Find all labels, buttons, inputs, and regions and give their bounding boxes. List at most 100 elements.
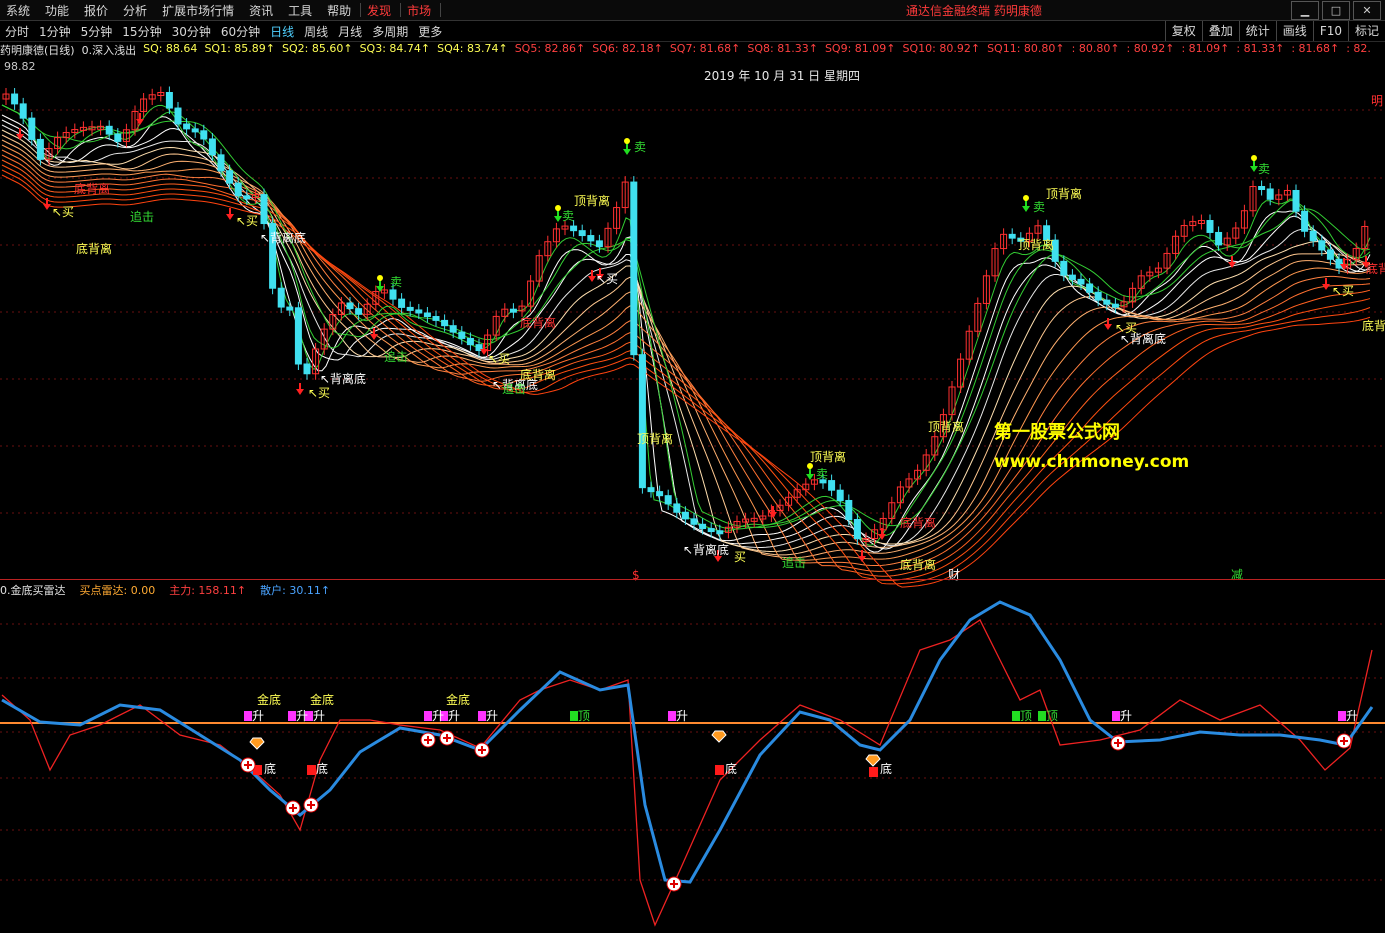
candle-body <box>406 306 414 311</box>
chart-annotation: 底 <box>264 762 277 776</box>
chart-annotation: 底背 <box>1362 319 1385 333</box>
panel-divider[interactable] <box>0 579 1385 580</box>
gem-icon <box>711 730 727 743</box>
chart-annotation: 顶背离 <box>1046 187 1083 201</box>
chart-annotation: ↖买 <box>236 214 259 228</box>
candle-body <box>1111 303 1119 308</box>
signal-square-icon <box>288 711 296 721</box>
chart-annotation: 底背离 <box>900 516 937 530</box>
chart-annotation: 减 <box>1231 568 1244 582</box>
main-force-value: 主力: 158.11↑ <box>169 584 247 597</box>
chart-annotation: 卖 <box>1033 200 1046 214</box>
signal-square-icon <box>478 711 486 721</box>
signal-square-icon <box>1012 711 1020 721</box>
chart-annotation: 升 <box>296 709 309 723</box>
chart-annotation: ↖买 <box>308 386 331 400</box>
chart-annotation: ↖背离底 <box>683 543 730 557</box>
signal-square-icon <box>1338 711 1346 721</box>
candle-body <box>208 138 216 156</box>
main-force-line <box>1 619 1373 927</box>
chart-annotation: 顶背离 <box>810 450 847 464</box>
candle-body <box>346 302 354 310</box>
bottom-square-icon <box>869 767 878 777</box>
candle-body <box>114 133 122 142</box>
candle-body <box>1318 240 1326 251</box>
chart-annotation: ↖买 <box>52 205 75 219</box>
ma-ribbon-line <box>1 174 1371 588</box>
sub-indicator-name[interactable]: 0.金底买雷达 <box>0 582 66 597</box>
chart-annotation: 升 <box>486 709 499 723</box>
candle-body <box>105 125 113 135</box>
candle-body <box>355 308 363 315</box>
signal-square-icon <box>1112 711 1120 721</box>
chart-annotation: 明 <box>1371 94 1384 108</box>
chart-annotation: 顶 <box>578 709 591 723</box>
candle-body <box>294 307 302 365</box>
candle-body <box>1301 210 1309 232</box>
chart-annotation: 顶背离 <box>1018 238 1055 252</box>
chart-annotation: 金底 <box>257 693 282 707</box>
candle-body <box>441 319 449 327</box>
trend-green-line <box>1 104 1371 546</box>
chart-annotation: 追击 <box>782 556 807 570</box>
signal-square-icon <box>244 711 252 721</box>
chart-annotation: ↖买 <box>488 352 511 366</box>
candle-body <box>165 92 173 109</box>
candle-body <box>174 107 182 125</box>
chart-annotation: 卖 <box>816 467 829 481</box>
chart-annotation: 升 <box>313 709 326 723</box>
sell-arrow-icon <box>806 468 814 480</box>
chart-annotation: 金底 <box>446 693 471 707</box>
signal-square-icon <box>570 711 578 721</box>
candle-body <box>303 363 311 375</box>
signal-square-icon <box>1038 711 1046 721</box>
chart-annotation: 顶背离 <box>928 420 965 434</box>
signal-square-icon <box>668 711 676 721</box>
chart-annotation: 金底 <box>310 693 335 707</box>
chart-annotation: 顶背离 <box>574 194 611 208</box>
chart-annotation: ↖背离底 <box>1120 332 1167 346</box>
chart-annotation: 底背离 <box>76 242 113 256</box>
candle-body <box>183 123 191 130</box>
chart-annotation: 底背离 <box>74 182 111 196</box>
ma-ribbon-line <box>1 149 1371 567</box>
buy-arrow-icon <box>1228 256 1236 268</box>
candle-body <box>286 306 294 311</box>
chart-annotation: 底 <box>880 762 893 776</box>
chart-annotation: 顶背离 <box>637 432 674 446</box>
chart-annotation: 底背 <box>1366 262 1385 276</box>
candle-body <box>11 93 19 105</box>
candle-body <box>630 181 638 356</box>
candle-body <box>587 235 595 242</box>
chart-annotation: ↖买 <box>596 272 619 286</box>
candle-body <box>1008 233 1016 239</box>
chart-annotation: 追击 <box>384 350 409 364</box>
candle-body <box>398 298 406 308</box>
chart-annotation: 底 <box>316 762 329 776</box>
candle-body <box>415 309 423 314</box>
chart-annotation: 追击 <box>502 382 527 396</box>
candle-body <box>1309 230 1317 242</box>
sell-arrow-icon <box>623 143 631 155</box>
buy-arrow-icon <box>1322 278 1330 290</box>
candle-body <box>1206 220 1214 233</box>
chart-annotation: ↖背离底 <box>260 231 307 245</box>
sell-arrow-icon <box>554 210 562 222</box>
candle-body <box>1068 274 1076 280</box>
sell-dot-icon <box>377 275 383 281</box>
candle-body <box>36 138 44 160</box>
buy-arrow-icon <box>370 328 378 340</box>
sell-dot-icon <box>1023 195 1029 201</box>
candle-body <box>191 128 199 133</box>
candle-body <box>458 331 466 339</box>
chart-annotation: 顶 <box>1046 709 1059 723</box>
buy-arrow-icon <box>136 113 144 125</box>
sell-arrow-icon <box>1022 200 1030 212</box>
candle-body <box>707 528 715 533</box>
bottom-square-icon <box>715 765 724 775</box>
candle-body <box>28 117 36 140</box>
chart-annotation: 追击 <box>130 210 155 224</box>
candle-body <box>432 316 440 321</box>
ma-ribbon-line <box>1 139 1371 559</box>
candle-body <box>1077 278 1085 285</box>
